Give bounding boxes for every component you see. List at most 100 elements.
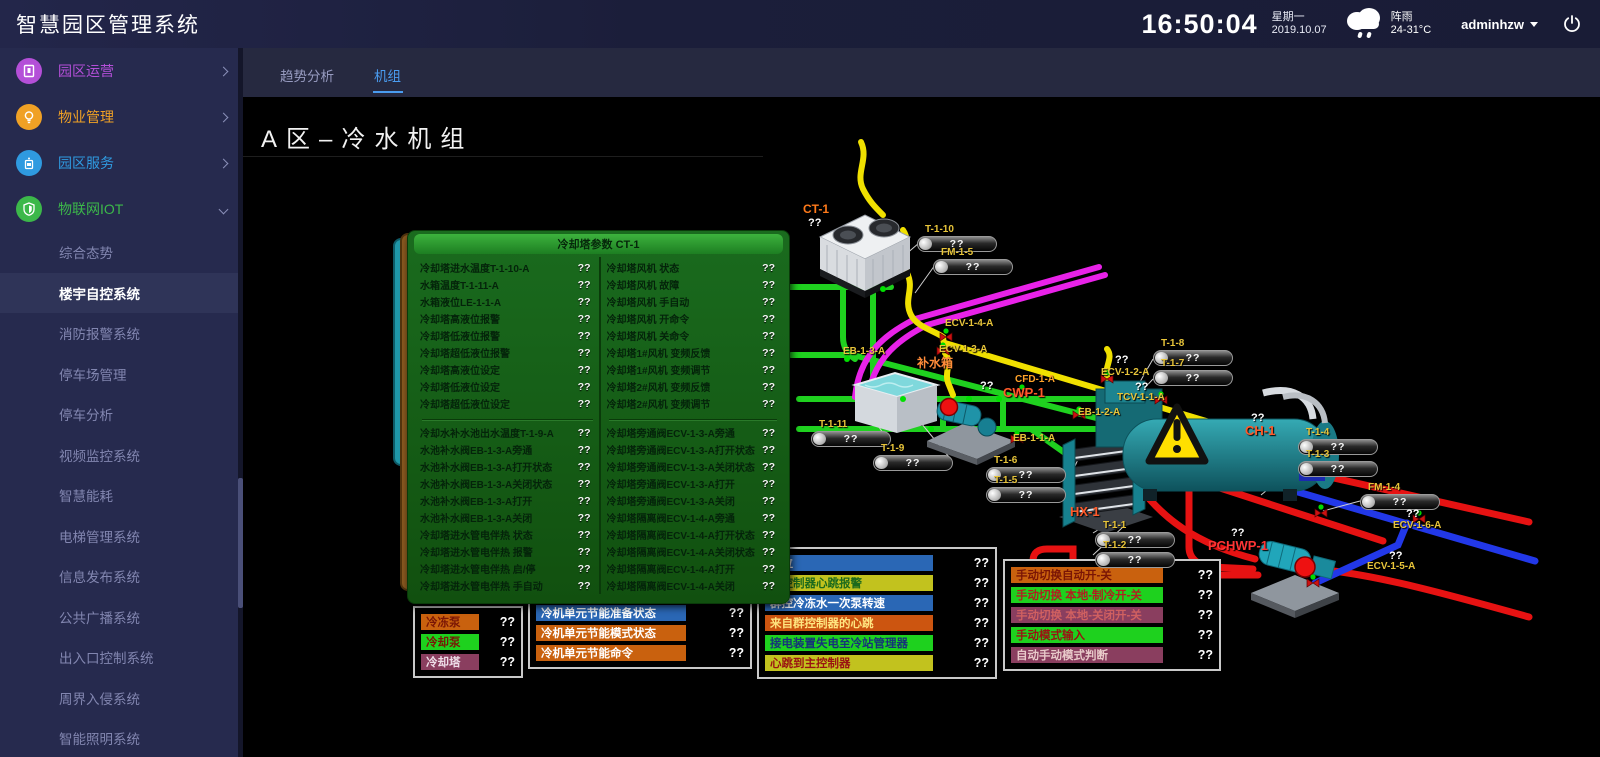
row-value: ?? [719, 626, 744, 640]
param-label: 冷却塔高液位报警 [420, 311, 500, 326]
param-value: ?? [762, 330, 779, 342]
param-row: 冷却塔进水温度T-1-10-A ?? [420, 259, 595, 276]
param-value: ?? [578, 512, 595, 524]
param-label: 冷却塔隔离阀ECV-1-4-A打开 [607, 561, 735, 576]
row-label-chip: 来自群控制器的心跳 [765, 615, 933, 631]
sidebar-subitem[interactable]: 信息发布系统 [0, 556, 243, 597]
sidebar-subitem[interactable]: 智能照明系统 [0, 718, 243, 757]
row-value: ?? [490, 655, 515, 669]
chevron-icon [219, 66, 229, 76]
param-label: 冷却塔旁通阀ECV-1-3-A关闭状态 [607, 459, 755, 474]
tab[interactable]: 趋势分析 [278, 65, 336, 97]
row-value: ?? [964, 616, 989, 630]
power-icon [1562, 14, 1582, 34]
main-area: 趋势分析 机组 A区–冷水机组 [243, 48, 1600, 757]
chevron-down-icon [1530, 22, 1538, 27]
row-label-chip: 自动手动模式判断 [1011, 647, 1163, 663]
param-value: ?? [762, 478, 779, 490]
param-value: ?? [578, 461, 595, 473]
param-row: 冷却塔高液位设定 ?? [420, 361, 595, 378]
param-row: 冷却塔旁通阀ECV-1-3-A关闭 ?? [607, 492, 780, 509]
param-label: 水池补水阀EB-1-3-A打开状态 [420, 459, 552, 474]
param-row: 冷却塔隔离阀ECV-1-4-A关闭状态 ?? [607, 543, 780, 560]
row-label-chip: 手动模式输入 [1011, 627, 1163, 643]
param-row: 冷却塔超低液位报警 ?? [420, 344, 595, 361]
param-value: ?? [578, 279, 595, 291]
param-value: ?? [578, 398, 595, 410]
row-label-chip: 冷冻泵 [421, 614, 479, 630]
sidebar-section[interactable]: 园区运营 [0, 48, 243, 94]
sidebar-subitem[interactable]: 消防报警系统 [0, 313, 243, 354]
param-label: 冷却塔风机 故障 [607, 277, 680, 292]
row-value: ?? [1188, 648, 1213, 662]
param-row: 冷却塔风机 状态 ?? [607, 259, 780, 276]
section-icon-circle [16, 104, 42, 130]
param-row: 冷却塔风机 故障 ?? [607, 276, 780, 293]
param-row: 水池补水阀EB-1-3-A打开状态 ?? [420, 458, 595, 475]
param-label: 水池补水阀EB-1-3-A关闭 [420, 510, 532, 525]
param-row: 冷却塔旁通阀ECV-1-3-A关闭状态 ?? [607, 458, 780, 475]
param-label: 水池补水阀EB-1-3-A打开 [420, 493, 532, 508]
rain-cloud-icon [1341, 5, 1385, 44]
temp-range: 24-31°C [1391, 24, 1431, 37]
param-value: ?? [578, 262, 595, 274]
param-label: 冷却塔旁通阀ECV-1-3-A关闭 [607, 493, 735, 508]
shield-icon [22, 202, 36, 216]
param-label: 冷却塔1#风机 变频调节 [607, 362, 711, 377]
sidebar-subitem[interactable]: 公共广播系统 [0, 597, 243, 638]
param-label: 冷却塔2#风机 变频调节 [607, 396, 711, 411]
sidebar-subitem[interactable]: 停车场管理 [0, 354, 243, 395]
param-value: ?? [578, 381, 595, 393]
param-value: ?? [762, 296, 779, 308]
sidebar-subitem[interactable]: 停车分析 [0, 394, 243, 435]
sidebar-subitem[interactable]: 综合态势 [0, 232, 243, 273]
sidebar-sections: 园区运营 物业管理 [0, 48, 243, 232]
table-row: 手动切换自动开-关 ?? [1011, 565, 1213, 585]
sidebar-subitem[interactable]: 视频监控系统 [0, 435, 243, 476]
param-value: ?? [762, 347, 779, 359]
table-row: 主控制器心跳报警 ?? [765, 573, 989, 593]
sidebar-subitem[interactable]: 智慧能耗 [0, 475, 243, 516]
weather-block: 阵雨 24-31°C [1341, 5, 1431, 44]
table-row: 冷机单元节能模式状态 ?? [536, 623, 744, 643]
param-label: 冷却塔进水管电伴热 报警 [420, 544, 533, 559]
subitem-label: 停车分析 [59, 404, 113, 424]
sidebar-subitem[interactable]: 楼宇自控系统 [0, 273, 243, 314]
param-row: 冷却塔隔离阀ECV-1-4-A打开状态 ?? [607, 526, 780, 543]
section-icon-circle [16, 150, 42, 176]
row-label-chip: 冷却塔 [421, 654, 479, 670]
row-value: ?? [1188, 628, 1213, 642]
section-label: 物联网IOT [58, 199, 123, 219]
param-label: 冷却塔高液位设定 [420, 362, 500, 377]
power-button[interactable] [1562, 14, 1582, 34]
sidebar-subitem[interactable]: 周界入侵系统 [0, 678, 243, 719]
row-label-chip: 冷机单元节能准备状态 [536, 605, 686, 621]
user-menu[interactable]: adminhzw [1461, 17, 1538, 32]
section-divider [609, 412, 778, 420]
subitem-label: 楼宇自控系统 [59, 283, 140, 303]
sidebar-section[interactable]: 物业管理 [0, 94, 243, 140]
param-value: ?? [762, 512, 779, 524]
subitem-label: 综合态势 [59, 242, 113, 262]
app-title: 智慧园区管理系统 [0, 9, 200, 39]
param-row: 冷却塔进水管电伴热 启/停 ?? [420, 560, 595, 577]
sidebar-section[interactable]: 物联网IOT [0, 186, 243, 232]
param-label: 冷却塔风机 状态 [607, 260, 680, 275]
header-right: 16:50:04 星期一 2019.10.07 阵雨 24 [1142, 5, 1600, 44]
param-row: 冷却塔风机 开命令 ?? [607, 310, 780, 327]
param-label: 水池补水阀EB-1-3-A关闭状态 [420, 476, 552, 491]
param-row: 水池补水阀EB-1-3-A旁通 ?? [420, 441, 595, 458]
param-value: ?? [578, 580, 595, 592]
date-block: 星期一 2019.10.07 [1272, 11, 1327, 37]
param-value: ?? [578, 313, 595, 325]
row-value: ?? [964, 596, 989, 610]
tab[interactable]: 机组 [372, 65, 403, 97]
section-label: 园区运营 [58, 61, 114, 81]
param-label: 水箱温度T-1-11-A [420, 277, 499, 292]
sidebar-subitem[interactable]: 出入口控制系统 [0, 637, 243, 678]
param-label: 冷却塔超低液位报警 [420, 345, 510, 360]
sidebar-section[interactable]: 园区服务 [0, 140, 243, 186]
row-label-chip: 接电装置失电至冷站管理器 [765, 635, 933, 651]
table-row: 心跳到主控制器 ?? [765, 653, 989, 673]
sidebar-subitem[interactable]: 电梯管理系统 [0, 516, 243, 557]
